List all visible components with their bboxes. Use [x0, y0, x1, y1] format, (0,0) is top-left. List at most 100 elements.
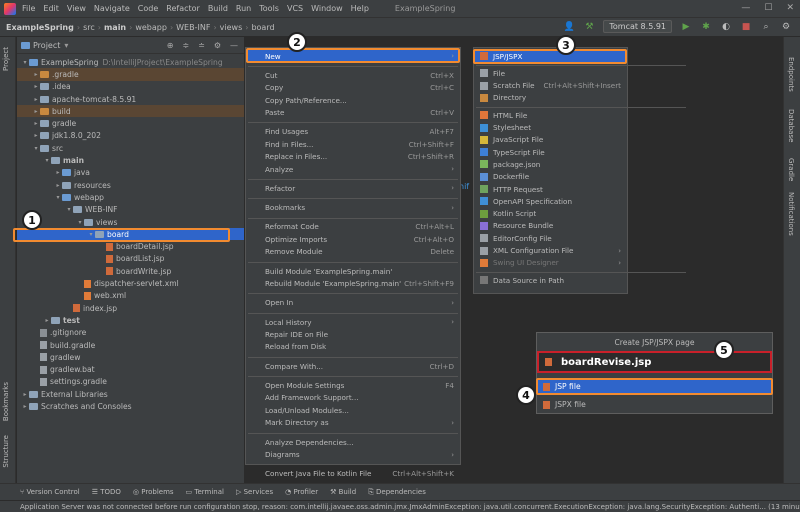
menu-item-add-framework-support[interactable]: Add Framework Support...: [246, 392, 460, 404]
tab-database[interactable]: Database: [787, 109, 795, 142]
filename-value[interactable]: boardRevise.jsp: [561, 357, 651, 368]
menu-item-bookmarks[interactable]: Bookmarks ›: [246, 202, 460, 214]
chevron-right-icon[interactable]: ▸: [32, 71, 40, 78]
menu-item-open-in[interactable]: Open In ›: [246, 297, 460, 309]
tree-item[interactable]: boardDetail.jsp: [17, 241, 244, 253]
menu-build[interactable]: Build: [208, 4, 228, 13]
tree-item[interactable]: boardList.jsp: [17, 253, 244, 265]
menu-file[interactable]: File: [22, 4, 35, 13]
menu-item-repair-ide-on-file[interactable]: Repair IDE on File: [246, 329, 460, 341]
tab-gradle[interactable]: Gradle: [787, 158, 795, 181]
chevron-right-icon[interactable]: ▸: [32, 120, 40, 127]
menu-item-http-request[interactable]: HTTP Request: [474, 183, 627, 195]
menu-help[interactable]: Help: [351, 4, 369, 13]
locate-icon[interactable]: ⊕: [167, 41, 174, 50]
menu-item-file[interactable]: File: [474, 67, 627, 79]
coverage-icon[interactable]: ◐: [720, 21, 732, 33]
menu-item-open-module-settings[interactable]: Open Module Settings F4: [246, 379, 460, 391]
breadcrumb-item[interactable]: main: [104, 23, 126, 32]
tree-item[interactable]: gradlew.bat: [17, 364, 244, 376]
menu-window[interactable]: Window: [311, 4, 343, 13]
menu-item-resource-bundle[interactable]: Resource Bundle: [474, 220, 627, 232]
tree-item[interactable]: ▸ resources: [17, 179, 244, 191]
menu-navigate[interactable]: Navigate: [94, 4, 130, 13]
menu-item-remove-module[interactable]: Remove Module Delete: [246, 246, 460, 258]
tree-item[interactable]: gradlew: [17, 351, 244, 363]
menu-item-editorconfig-file[interactable]: EditorConfig File: [474, 232, 627, 244]
close-icon[interactable]: ✕: [786, 3, 794, 13]
tab-bookmarks[interactable]: Bookmarks: [2, 382, 10, 421]
menu-vcs[interactable]: VCS: [287, 4, 303, 13]
menu-item-paste[interactable]: Paste Ctrl+V: [246, 107, 460, 119]
menu-item-openapi-specification[interactable]: OpenAPI Specification: [474, 195, 627, 207]
tree-item[interactable]: ▸ apache-tomcat-8.5.91: [17, 93, 244, 105]
settings-icon[interactable]: ⚙: [780, 21, 792, 33]
breadcrumb-item[interactable]: views: [220, 23, 243, 32]
menu-item-typescript-file[interactable]: TypeScript File: [474, 146, 627, 158]
gear-icon[interactable]: ⚙: [214, 41, 221, 50]
menu-item-swing-ui-designer[interactable]: Swing UI Designer ›: [474, 257, 627, 269]
chevron-right-icon[interactable]: ▸: [32, 96, 40, 103]
chevron-down-icon[interactable]: ▾: [65, 206, 73, 213]
tree-item[interactable]: ▸ gradle: [17, 118, 244, 130]
chevron-right-icon[interactable]: ▸: [21, 391, 29, 398]
menu-code[interactable]: Code: [138, 4, 158, 13]
breadcrumb-item[interactable]: WEB-INF: [176, 23, 210, 32]
tree-item[interactable]: .gitignore: [17, 327, 244, 339]
tree-item[interactable]: ▾ src: [17, 142, 244, 154]
chevron-down-icon[interactable]: ▾: [54, 194, 62, 201]
collapse-all-icon[interactable]: ≐: [198, 41, 205, 50]
tab-project[interactable]: Project: [2, 47, 10, 71]
menu-item-directory[interactable]: Directory: [474, 92, 627, 104]
menu-item-mark-directory-as[interactable]: Mark Directory as ›: [246, 417, 460, 429]
menu-item-analyze-dependencies[interactable]: Analyze Dependencies...: [246, 436, 460, 448]
run-config-select[interactable]: Tomcat 8.5.91: [603, 20, 672, 33]
menu-item-xml-configuration-file[interactable]: XML Configuration File ›: [474, 245, 627, 257]
menu-item-compare-with[interactable]: Compare With... Ctrl+D: [246, 360, 460, 372]
filename-input[interactable]: boardRevise.jsp: [537, 351, 772, 373]
tree-item[interactable]: index.jsp: [17, 302, 244, 314]
tree-item[interactable]: ▾ webapp: [17, 191, 244, 203]
chevron-down-icon[interactable]: ▾: [76, 219, 84, 226]
menu-refactor[interactable]: Refactor: [166, 4, 200, 13]
tree-item[interactable]: settings.gradle: [17, 376, 244, 388]
menu-item-analyze[interactable]: Analyze ›: [246, 163, 460, 175]
menu-edit[interactable]: Edit: [43, 4, 59, 13]
tab-todo[interactable]: ☰ TODO: [92, 488, 121, 496]
menu-item-find-in-files[interactable]: Find in Files... Ctrl+Shift+F: [246, 138, 460, 150]
tab-problems[interactable]: ◎ Problems: [133, 488, 174, 496]
menu-run[interactable]: Run: [236, 4, 251, 13]
chevron-down-icon[interactable]: ▾: [43, 157, 51, 164]
chevron-right-icon[interactable]: ▸: [32, 132, 40, 139]
tree-item[interactable]: ▾ ExampleSpring D:\IntelliJProject\Example…: [17, 56, 244, 68]
breadcrumb-item[interactable]: ExampleSpring: [6, 23, 74, 32]
tree-item[interactable]: ▸ java: [17, 167, 244, 179]
menu-item-data-source-in-path[interactable]: Data Source in Path: [474, 274, 627, 286]
chevron-down-icon[interactable]: ▾: [21, 59, 29, 66]
menu-item-copy-path-reference[interactable]: Copy Path/Reference...: [246, 94, 460, 106]
user-icon[interactable]: 👤: [563, 21, 575, 33]
breadcrumb-item[interactable]: board: [251, 23, 274, 32]
run-icon[interactable]: ▶: [680, 21, 692, 33]
tree-item[interactable]: ▸ .gradle: [17, 68, 244, 81]
menu-item-kotlin-script[interactable]: Kotlin Script: [474, 208, 627, 220]
tree-item[interactable]: ▸ External Libraries: [17, 388, 244, 400]
tree-item[interactable]: ▸ jdk1.8.0_202: [17, 130, 244, 142]
option-jspx-file[interactable]: JSPX file: [537, 398, 772, 411]
tree-item[interactable]: build.gradle: [17, 339, 244, 351]
chevron-right-icon[interactable]: ▸: [54, 182, 62, 189]
menu-item-local-history[interactable]: Local History ›: [246, 316, 460, 328]
tab-services[interactable]: ▷ Services: [236, 488, 273, 496]
menu-item-replace-in-files[interactable]: Replace in Files... Ctrl+Shift+R: [246, 151, 460, 163]
menu-item-rebuild-module-examplespring-main[interactable]: Rebuild Module 'ExampleSpring.main' Ctrl+…: [246, 278, 460, 290]
chevron-down-icon[interactable]: ▾: [64, 41, 68, 50]
chevron-right-icon[interactable]: ▸: [32, 108, 40, 115]
hammer-icon[interactable]: ⚒: [583, 21, 595, 33]
menu-item-javascript-file[interactable]: JavaScript File: [474, 134, 627, 146]
chevron-down-icon[interactable]: ▾: [32, 145, 40, 152]
menu-item-refactor[interactable]: Refactor ›: [246, 182, 460, 194]
tree-item[interactable]: boardWrite.jsp: [17, 265, 244, 277]
tab-build[interactable]: ⚒ Build: [330, 488, 356, 496]
maximize-icon[interactable]: ☐: [764, 3, 772, 13]
debug-icon[interactable]: ✱: [700, 21, 712, 33]
